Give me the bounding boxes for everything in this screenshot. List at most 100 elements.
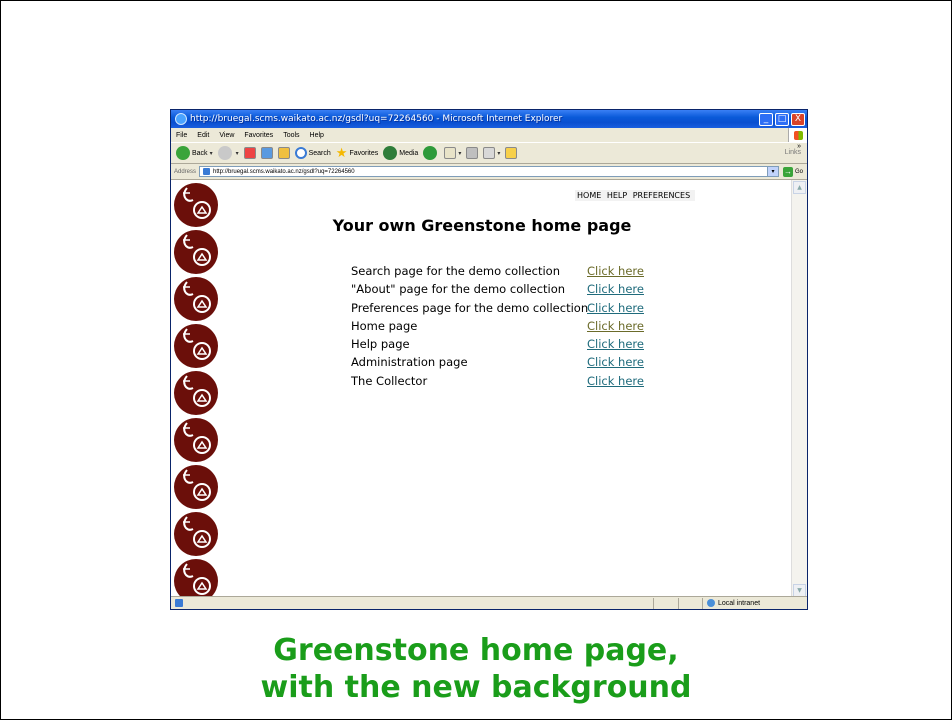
- window-title: http://bruegal.scms.waikato.ac.nz/gsdl?u…: [190, 114, 563, 124]
- menu-favorites[interactable]: Favorites: [239, 132, 278, 139]
- slide-caption: Greenstone home page, with the new backg…: [0, 632, 952, 706]
- back-button[interactable]: Back ▾: [176, 146, 213, 160]
- caption-line-2: with the new background: [260, 670, 692, 705]
- toolbar: Back ▾ ▾ Search ★ Favorites Media ▾ ▾ » …: [171, 142, 807, 164]
- greenstone-logo-icon: [173, 370, 219, 416]
- mail-icon: [444, 147, 457, 159]
- refresh-button[interactable]: [260, 147, 273, 159]
- title-bar: http://bruegal.scms.waikato.ac.nz/gsdl?u…: [171, 110, 807, 128]
- search-button[interactable]: Search: [294, 147, 331, 159]
- go-arrow-icon: →: [782, 166, 793, 177]
- stop-icon: [243, 147, 256, 159]
- click-here-link[interactable]: Click here: [587, 319, 644, 333]
- link-description: Home page: [351, 318, 418, 333]
- link-description: Search page for the demo collection: [351, 264, 560, 278]
- folder-icon: [505, 147, 518, 159]
- click-here-link[interactable]: Click here: [587, 301, 644, 315]
- greenstone-logo-icon: [173, 229, 219, 275]
- forward-dropdown-icon[interactable]: ▾: [236, 150, 239, 157]
- background-logo-strip: [171, 180, 221, 598]
- security-zone: Local intranet: [702, 597, 807, 609]
- menu-help[interactable]: Help: [305, 132, 329, 139]
- status-divider-2: [678, 597, 679, 609]
- link-description: The Collector: [351, 373, 428, 388]
- messenger-button[interactable]: [505, 147, 518, 159]
- link-description: Help page: [351, 337, 410, 352]
- home-icon: [277, 147, 290, 159]
- menu-edit[interactable]: Edit: [192, 132, 214, 139]
- favorites-star-icon: ★: [335, 145, 348, 160]
- vertical-scrollbar[interactable]: ▲ ▼: [791, 180, 807, 598]
- nav-preferences-link[interactable]: PREFERENCES: [633, 191, 690, 200]
- favorites-button[interactable]: ★ Favorites: [336, 145, 378, 161]
- history-icon: [423, 146, 438, 160]
- address-field[interactable]: http://bruegal.scms.waikato.ac.nz/gsdl?u…: [199, 166, 779, 177]
- logo-column: [173, 182, 219, 598]
- go-label: Go: [794, 168, 803, 175]
- nav-home-link[interactable]: HOME: [577, 191, 601, 200]
- page-status-icon: [175, 599, 183, 607]
- close-button[interactable]: X: [791, 112, 805, 126]
- ie-icon: [175, 113, 187, 125]
- status-bar: Local intranet: [171, 596, 807, 609]
- go-button[interactable]: → Go: [782, 166, 803, 177]
- menu-view[interactable]: View: [214, 132, 239, 139]
- maximize-button[interactable]: □: [775, 112, 789, 126]
- search-label: Search: [308, 149, 331, 157]
- status-divider: [653, 597, 654, 609]
- greenstone-logo-icon: [173, 558, 219, 598]
- page-icon: [203, 168, 211, 175]
- address-label: Address: [174, 168, 197, 175]
- greenstone-logo-icon: [173, 323, 219, 369]
- click-here-link[interactable]: Click here: [587, 355, 644, 369]
- favorites-label: Favorites: [349, 149, 379, 157]
- click-here-link[interactable]: Click here: [587, 282, 644, 296]
- minimize-button[interactable]: _: [759, 112, 773, 126]
- forward-arrow-icon: [217, 146, 232, 160]
- caption-line-1: Greenstone home page,: [273, 633, 679, 668]
- print-button[interactable]: [466, 147, 479, 159]
- page-navbar: HOME HELP PREFERENCES: [575, 190, 696, 201]
- link-description: Administration page: [351, 355, 468, 370]
- greenstone-logo-icon: [173, 276, 219, 322]
- page-heading: Your own Greenstone home page: [332, 216, 632, 235]
- menu-file[interactable]: File: [171, 132, 192, 139]
- mail-dropdown-icon[interactable]: ▾: [458, 150, 461, 157]
- greenstone-logo-icon: [173, 511, 219, 557]
- zone-label: Local intranet: [718, 599, 761, 607]
- back-label: Back: [192, 149, 208, 157]
- stop-button[interactable]: [243, 147, 256, 159]
- edit-button[interactable]: ▾: [483, 147, 500, 159]
- toolbar-chevron-icon[interactable]: »: [797, 143, 801, 150]
- media-button[interactable]: Media: [383, 146, 418, 160]
- links-label[interactable]: » Links: [784, 143, 801, 156]
- address-url[interactable]: http://bruegal.scms.waikato.ac.nz/gsdl?u…: [213, 169, 355, 175]
- link-description: Preferences page for the demo collection: [351, 300, 589, 315]
- windows-logo-icon: [788, 128, 807, 142]
- edit-dropdown-icon[interactable]: ▾: [497, 150, 500, 157]
- nav-help-link[interactable]: HELP: [607, 191, 627, 200]
- click-here-link[interactable]: Click here: [587, 337, 644, 351]
- search-icon: [294, 147, 307, 159]
- history-button[interactable]: [423, 146, 439, 160]
- click-here-link[interactable]: Click here: [587, 264, 644, 278]
- address-bar: Address http://bruegal.scms.waikato.ac.n…: [171, 164, 807, 180]
- menu-bar: File Edit View Favorites Tools Help: [171, 128, 807, 142]
- refresh-icon: [260, 147, 273, 159]
- menu-tools[interactable]: Tools: [278, 132, 304, 139]
- link-description: "About" page for the demo collection: [351, 282, 566, 297]
- forward-button[interactable]: ▾: [217, 146, 239, 160]
- greenstone-logo-icon: [173, 464, 219, 510]
- links-text: Links: [784, 149, 801, 156]
- media-label: Media: [399, 149, 419, 157]
- browser-window: http://bruegal.scms.waikato.ac.nz/gsdl?u…: [170, 109, 808, 610]
- greenstone-logo-icon: [173, 417, 219, 463]
- page-content: HOME HELP PREFERENCES Your own Greenston…: [171, 180, 793, 598]
- mail-button[interactable]: ▾: [444, 147, 461, 159]
- home-button[interactable]: [277, 147, 290, 159]
- address-dropdown-icon[interactable]: ▾: [766, 167, 778, 176]
- click-here-link[interactable]: Click here: [587, 374, 644, 388]
- back-arrow-icon: [176, 146, 190, 160]
- back-dropdown-icon[interactable]: ▾: [210, 150, 213, 157]
- scroll-up-icon[interactable]: ▲: [793, 181, 806, 194]
